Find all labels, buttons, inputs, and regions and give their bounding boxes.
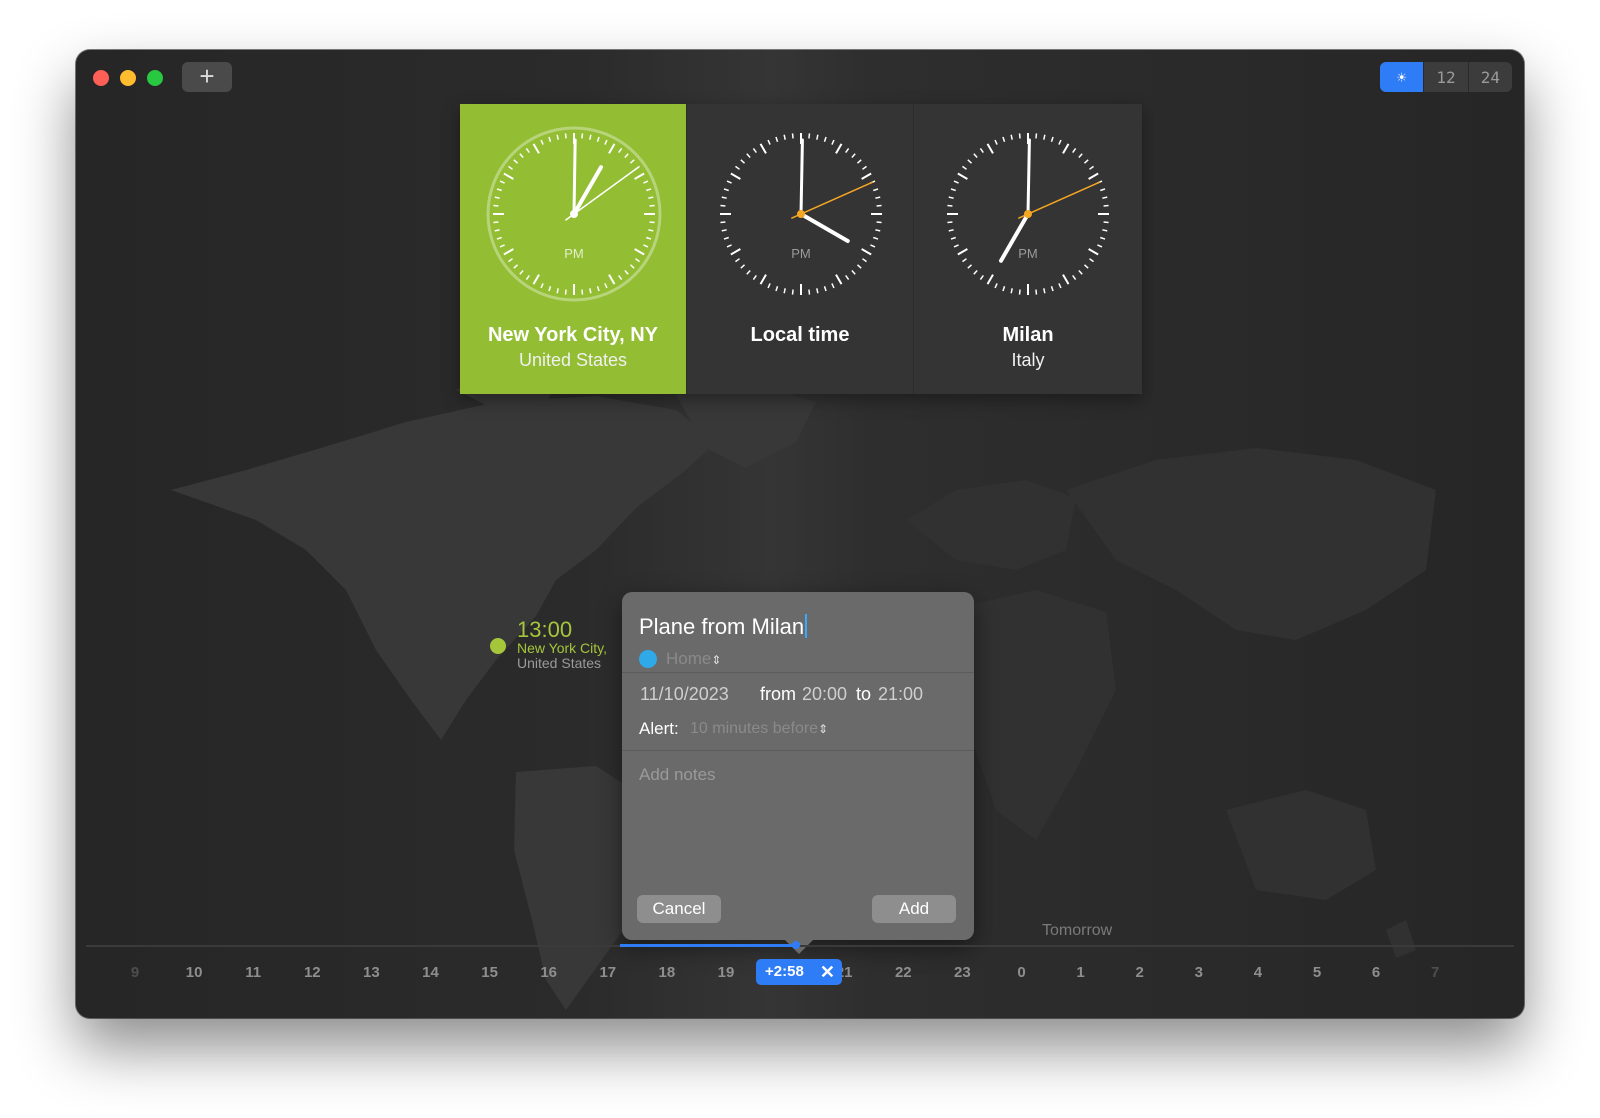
minute-hand <box>1026 138 1031 216</box>
offset-label: +2:58 <box>765 963 804 980</box>
timeline-hour[interactable]: 19 <box>706 964 746 981</box>
clock-city-name: Milan <box>1002 324 1054 346</box>
tomorrow-label: Tomorrow <box>1042 922 1113 939</box>
timeline-hour[interactable]: 1 <box>1061 964 1101 981</box>
chevron-updown-icon: ⇕ <box>818 722 829 736</box>
clock-strip: PM New York City, NY United States PM Lo… <box>460 104 1142 394</box>
timeline-hour[interactable]: 12 <box>292 964 332 981</box>
timeline-hour[interactable]: 6 <box>1356 964 1396 981</box>
24-hour-mode-button[interactable]: 24 <box>1467 62 1512 92</box>
add-event-button[interactable]: Add <box>872 895 956 923</box>
app-window: + ☀ 12 24 PM New York City, NY United St… <box>76 50 1524 1018</box>
hour-hand <box>799 212 850 243</box>
event-title-text: Plane from Milan <box>639 614 805 639</box>
to-label: to <box>856 684 872 704</box>
event-title-input[interactable]: Plane from Milan <box>639 614 808 640</box>
start-time-field[interactable]: 20:00 <box>802 684 847 705</box>
minute-hand <box>572 138 577 216</box>
timeline-hour[interactable]: 17 <box>588 964 628 981</box>
calendar-picker[interactable]: Home⇕ <box>666 649 721 669</box>
alert-picker[interactable]: 10 minutes before⇕ <box>690 720 828 738</box>
pin-country: United States <box>517 655 602 671</box>
timeline-hour[interactable]: 14 <box>411 964 451 981</box>
text-caret <box>805 614 808 638</box>
clock-country-name: Italy <box>1011 350 1045 370</box>
analog-clock-icon: PM <box>720 133 882 295</box>
clock-country-name: United States <box>518 350 628 370</box>
clock-card-milan[interactable]: PM Milan Italy <box>914 104 1142 394</box>
timeline-hour[interactable]: 3 <box>1179 964 1219 981</box>
time-offset-badge[interactable]: +2:58 ✕ <box>756 959 842 985</box>
alert-value: 10 minutes before <box>690 720 819 737</box>
cancel-button[interactable]: Cancel <box>637 895 721 923</box>
add-location-button[interactable]: + <box>182 62 232 92</box>
pin-city: New York City, <box>517 640 607 656</box>
event-date-field[interactable]: 11/10/2023 <box>640 684 729 705</box>
timeline-hour[interactable]: 0 <box>1002 964 1042 981</box>
divider <box>622 672 974 673</box>
alert-label: Alert: <box>639 719 679 738</box>
timeline-hour[interactable]: 5 <box>1297 964 1337 981</box>
timeline-track[interactable] <box>86 945 1514 947</box>
timeline-offset-bar <box>620 944 798 947</box>
clock-card-local[interactable]: PM Local time <box>687 104 914 394</box>
clock-period-label: PM <box>1018 246 1038 261</box>
chevron-updown-icon: ⇕ <box>711 653 722 667</box>
location-pin-icon[interactable] <box>490 638 506 654</box>
timeline-hour[interactable]: 15 <box>470 964 510 981</box>
timeline-hour[interactable]: 2 <box>1120 964 1160 981</box>
reset-offset-close-icon[interactable]: ✕ <box>820 959 835 985</box>
timeline-handle[interactable] <box>792 941 800 949</box>
timeline-hour[interactable]: 4 <box>1238 964 1278 981</box>
zoom-window-button[interactable] <box>147 70 163 86</box>
close-window-button[interactable] <box>93 70 109 86</box>
from-label: from <box>760 684 796 704</box>
minute-hand <box>799 138 804 216</box>
minimize-window-button[interactable] <box>120 70 136 86</box>
clock-mode-segmented-control: ☀ 12 24 <box>1380 62 1512 92</box>
clock-period-label: PM <box>791 246 811 261</box>
timeline-hour[interactable]: 7 <box>1415 964 1455 981</box>
12-hour-mode-button[interactable]: 12 <box>1423 62 1467 92</box>
new-event-popover: Plane from Milan Home⇕ 11/10/2023 from 2… <box>622 592 974 954</box>
end-time-field[interactable]: 21:00 <box>878 684 923 705</box>
timeline-hour[interactable]: 9 <box>115 964 155 981</box>
analog-clock-icon: PM <box>486 126 662 302</box>
hour-hand <box>572 165 603 216</box>
timeline-hour[interactable]: 22 <box>883 964 923 981</box>
timeline-hour[interactable]: 10 <box>174 964 214 981</box>
clock-city-name: Local time <box>750 324 850 346</box>
divider <box>622 750 974 751</box>
timeline-hour[interactable]: 18 <box>647 964 687 981</box>
calendar-name: Home <box>666 649 712 668</box>
timeline-hour[interactable]: 13 <box>351 964 391 981</box>
analog-clock-icon: PM <box>947 133 1109 295</box>
notes-field[interactable]: Add notes <box>639 765 716 785</box>
timeline-hour[interactable]: 16 <box>529 964 569 981</box>
timeline-hour[interactable]: 11 <box>233 964 273 981</box>
analog-mode-button[interactable]: ☀ <box>1380 62 1424 92</box>
clock-period-label: PM <box>564 246 584 261</box>
clock-city-name: New York City, NY <box>487 324 659 346</box>
clock-card-new-york[interactable]: PM New York City, NY United States <box>460 104 687 394</box>
timeline-hour[interactable]: 23 <box>942 964 982 981</box>
calendar-color-dot-icon <box>639 650 657 668</box>
